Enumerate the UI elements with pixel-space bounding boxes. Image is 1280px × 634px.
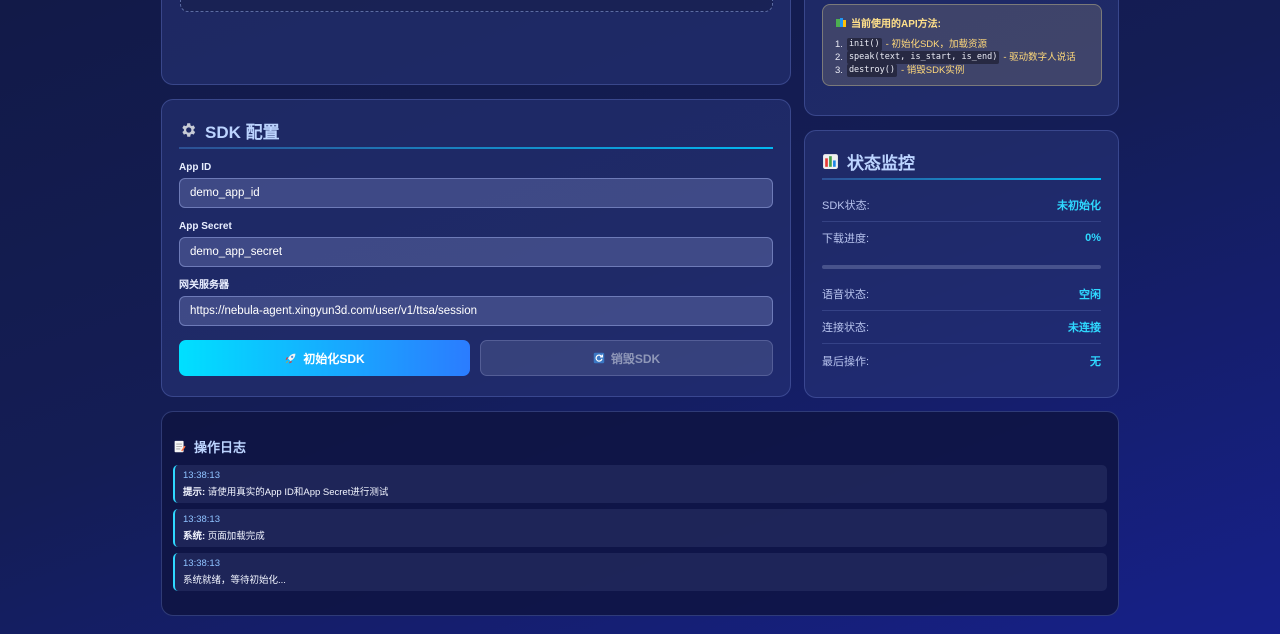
log-entry: 13:38:13 提示: 请使用真实的App ID和App Secret进行测试 — [173, 465, 1107, 503]
log-time: 13:38:13 — [183, 558, 220, 569]
api-code: init() — [846, 38, 882, 51]
gateway-input[interactable] — [179, 296, 773, 326]
log-heading: 操作日志 — [173, 438, 1107, 455]
api-methods-list: 1. init() - 初始化SDK，加载资源 2. speak(text, is_s… — [835, 38, 1089, 77]
sdk-status-label: SDK状态: — [822, 200, 870, 212]
upload-panel — [161, 0, 791, 85]
connection-status-label: 连接状态: — [822, 322, 870, 334]
list-number: 2. — [835, 52, 843, 63]
list-number: 3. — [835, 65, 843, 76]
init-sdk-label: 初始化SDK — [303, 351, 365, 366]
book-icon — [835, 17, 847, 29]
app-secret-input[interactable] — [179, 237, 773, 267]
list-item: 3. destroy() - 销毁SDK实例 — [835, 64, 1089, 77]
api-methods-box: 当前使用的API方法: 1. init() - 初始化SDK，加载资源 2. spea… — [822, 4, 1102, 86]
api-methods-heading: 当前使用的API方法: — [835, 15, 1089, 30]
last-operation-row: 最后操作: 无 — [822, 344, 1101, 377]
log-text: 页面加载完成 — [205, 531, 265, 542]
refresh-icon — [593, 352, 605, 364]
button-row: 初始化SDK 销毁SDK — [179, 340, 773, 376]
connection-status-row: 连接状态: 未连接 — [822, 311, 1101, 344]
connection-status-value: 未连接 — [1068, 322, 1101, 334]
sdk-config-heading: SDK 配置 — [179, 120, 773, 142]
sdk-status-row: SDK状态: 未初始化 — [822, 189, 1101, 222]
last-operation-label: 最后操作: — [822, 355, 870, 368]
log-text: 请使用真实的App ID和App Secret进行测试 — [205, 487, 389, 498]
app-id-label: App ID — [179, 162, 212, 173]
voice-status-label: 语音状态: — [822, 289, 870, 301]
gateway-label: 网关服务器 — [179, 280, 229, 291]
app-id-input[interactable] — [179, 178, 773, 208]
log-entry: 13:38:13 系统就绪，等待初始化... — [173, 553, 1107, 591]
app-secret-label: App Secret — [179, 221, 232, 232]
list-item: 1. init() - 初始化SDK，加载资源 — [835, 38, 1089, 51]
voice-status-row: 语音状态: 空闲 — [822, 278, 1101, 311]
log-prefix: 提示: — [183, 487, 206, 498]
log-message: 提示: 请使用真实的App ID和App Secret进行测试 — [183, 484, 1099, 498]
log-message: 系统就绪，等待初始化... — [183, 572, 1099, 586]
progress-row: 下载进度: 0% — [822, 222, 1101, 254]
progress-label: 下载进度: — [822, 233, 870, 245]
voice-status-value: 空闲 — [1079, 289, 1101, 301]
panel-title: SDK 配置 — [205, 122, 280, 142]
api-info-panel: 当前使用的API方法: 1. init() - 初始化SDK，加载资源 2. spea… — [804, 0, 1119, 116]
progress-bar — [822, 265, 1101, 269]
log-list: 13:38:13 提示: 请使用真实的App ID和App Secret进行测试… — [173, 465, 1107, 591]
log-text: 系统就绪，等待初始化... — [183, 575, 286, 586]
api-description: - 销毁SDK实例 — [901, 65, 965, 76]
destroy-sdk-label: 销毁SDK — [610, 351, 661, 366]
sdk-status-value: 未初始化 — [1057, 200, 1101, 212]
api-description: - 驱动数字人说话 — [1003, 52, 1076, 63]
log-prefix: 系统: — [183, 531, 206, 542]
rocket-icon — [284, 352, 297, 365]
log-message: 系统: 页面加载完成 — [183, 528, 1099, 542]
drop-zone[interactable] — [180, 0, 773, 12]
memo-icon — [173, 440, 186, 453]
operation-log-panel: 操作日志 13:38:13 提示: 请使用真实的App ID和App Secre… — [161, 411, 1119, 616]
list-item: 2. speak(text, is_start, is_end) - 驱动数字人说话 — [835, 51, 1089, 64]
panel-title: 状态监控 — [847, 153, 915, 173]
api-methods-title: 当前使用的API方法: — [851, 19, 941, 30]
last-operation-value: 无 — [1090, 355, 1101, 368]
status-heading: 状态监控 — [822, 151, 1101, 173]
title-divider — [179, 147, 773, 149]
panel-title: 操作日志 — [194, 439, 247, 455]
progress-value: 0% — [1085, 232, 1101, 244]
bar-chart-icon — [822, 153, 839, 170]
log-time: 13:38:13 — [183, 514, 220, 525]
gear-icon — [179, 121, 197, 139]
api-description: - 初始化SDK，加载资源 — [885, 39, 987, 50]
api-code: speak(text, is_start, is_end) — [846, 51, 1000, 64]
api-code: destroy() — [846, 64, 897, 77]
log-time: 13:38:13 — [183, 470, 220, 481]
sdk-config-panel: SDK 配置 App ID App Secret 网关服务器 初始化SDK 销毁… — [161, 99, 791, 397]
log-entry: 13:38:13 系统: 页面加载完成 — [173, 509, 1107, 547]
init-sdk-button[interactable]: 初始化SDK — [179, 340, 470, 376]
list-number: 1. — [835, 39, 843, 50]
status-monitor-panel: 状态监控 SDK状态: 未初始化 下载进度: 0% 语音状态: 空闲 连接状态:… — [804, 130, 1119, 398]
destroy-sdk-button[interactable]: 销毁SDK — [480, 340, 773, 376]
